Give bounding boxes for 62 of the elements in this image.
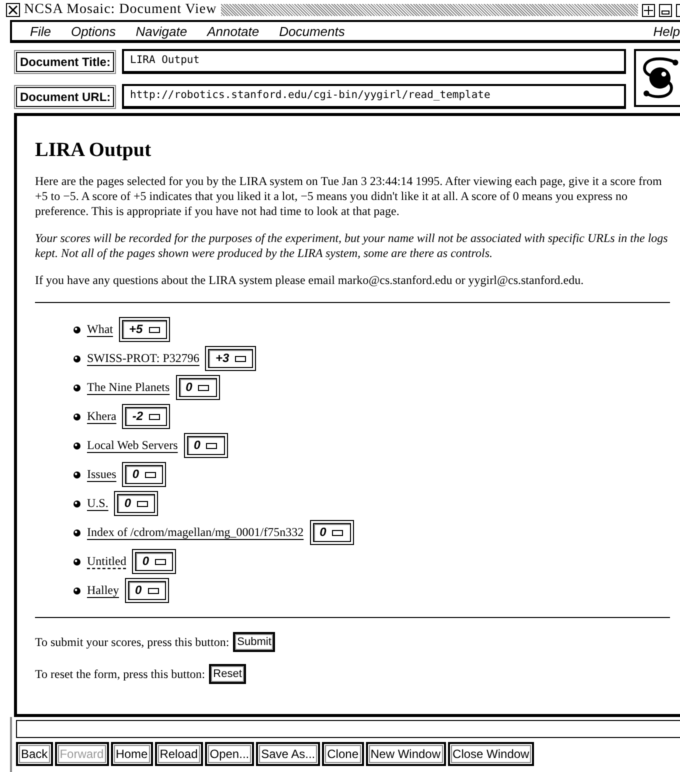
menu-item[interactable]: Annotate <box>197 24 270 38</box>
form-instruction: To submit your scores, press this button: <box>35 634 230 650</box>
toolbar-button[interactable]: Back <box>16 742 53 766</box>
bullet-icon <box>73 442 81 450</box>
menu-item[interactable]: Options <box>60 24 126 38</box>
x-icon[interactable] <box>6 3 20 17</box>
reset-button[interactable]: Reset <box>209 664 246 684</box>
contact-paragraph: If you have any questions about the LIRA system please email marko@cs.stanford.edu or yygirl@cs.stanford.edu. <box>35 273 585 288</box>
intro-paragraph: Here are the pages selected for you by the LIRA system on Tue Jan 3 23:44:14 1995. After viewing each page, give it a score from +5 to −5. A score of +5 indicates that you liked it a lot, −5 means you didn't like it at all. A score of 0 means you express no preference. This is appropriate if you have not had time to look at that page. <box>35 174 663 219</box>
page-link[interactable]: U.S. <box>87 496 108 511</box>
bullet-icon <box>73 470 81 478</box>
bullet-icon <box>73 586 81 594</box>
toolbar-button[interactable]: Home <box>110 742 153 766</box>
score-menu[interactable]: +3 <box>208 349 254 368</box>
bullet-icon <box>73 528 81 536</box>
menu-item[interactable]: Documents <box>269 24 355 38</box>
bullet-icon <box>73 558 81 566</box>
bullet-icon <box>73 412 81 420</box>
minimize-icon[interactable] <box>659 4 672 16</box>
bullet-icon <box>73 384 81 392</box>
globe-logo-icon[interactable] <box>634 49 680 107</box>
page-link[interactable]: Local Web Servers <box>87 438 178 453</box>
score-menu[interactable]: 0 <box>128 581 166 600</box>
toolbar-button[interactable]: Save As... <box>256 742 320 766</box>
toolbar-button[interactable]: Close Window <box>448 742 534 766</box>
page-link[interactable]: Halley <box>87 583 119 598</box>
page-link[interactable]: SWISS-PROT: P32796 <box>87 351 200 366</box>
page-link[interactable]: Index of /cdrom/magellan/mg_0001/f75n332 <box>87 525 304 540</box>
score-menu[interactable]: 0 <box>125 465 164 484</box>
field-label: Document Title: <box>16 52 114 72</box>
score-menu[interactable]: 0 <box>312 523 351 542</box>
toolbar-button[interactable]: Clone <box>322 742 364 766</box>
menu-item[interactable]: Help <box>643 24 680 38</box>
page-link[interactable]: The Nine Planets <box>87 380 170 395</box>
page-link[interactable]: Khera <box>87 409 116 424</box>
score-menu[interactable]: +5 <box>122 320 167 339</box>
page-link[interactable]: Untitled <box>87 554 126 569</box>
submit-button[interactable]: Submit <box>233 632 276 652</box>
menu-icon[interactable] <box>676 4 680 16</box>
toolbar-button[interactable]: Open... <box>204 742 254 766</box>
bullet-icon <box>73 326 81 334</box>
menu-item[interactable]: Navigate <box>126 24 198 38</box>
page-heading: LIRA Output <box>35 138 152 162</box>
window-title: NCSA Mosaic: Document View <box>24 2 217 18</box>
bullet-icon <box>73 500 81 508</box>
score-menu[interactable]: 0 <box>178 378 217 397</box>
bullet-icon <box>73 354 81 362</box>
page-link[interactable]: Issues <box>87 467 116 482</box>
toolbar-button[interactable]: New Window <box>366 742 446 766</box>
score-menu[interactable]: 0 <box>117 494 156 513</box>
field-label: Document URL: <box>16 86 114 106</box>
score-menu[interactable]: -2 <box>125 407 167 426</box>
menu-item[interactable]: File <box>20 24 61 38</box>
score-menu[interactable]: 0 <box>135 552 174 571</box>
form-instruction: To reset the form, press this button: <box>35 666 206 682</box>
score-menu[interactable]: 0 <box>186 436 225 455</box>
notice-paragraph: Your scores will be recorded for the purposes of the experiment, but your name will not be associated with specific URLs in the logs kept. Not all of the pages shown were produced by the LIRA system, some are there as controls. <box>35 231 669 261</box>
maximize-icon[interactable] <box>642 4 655 16</box>
url-field[interactable]: http://robotics.stanford.edu/cgi-bin/yygirl/read_template <box>122 84 626 109</box>
page-link[interactable]: What <box>87 322 113 337</box>
title-field[interactable]: LIRA Output <box>122 49 626 74</box>
toolbar-button[interactable]: Reload <box>154 742 203 766</box>
